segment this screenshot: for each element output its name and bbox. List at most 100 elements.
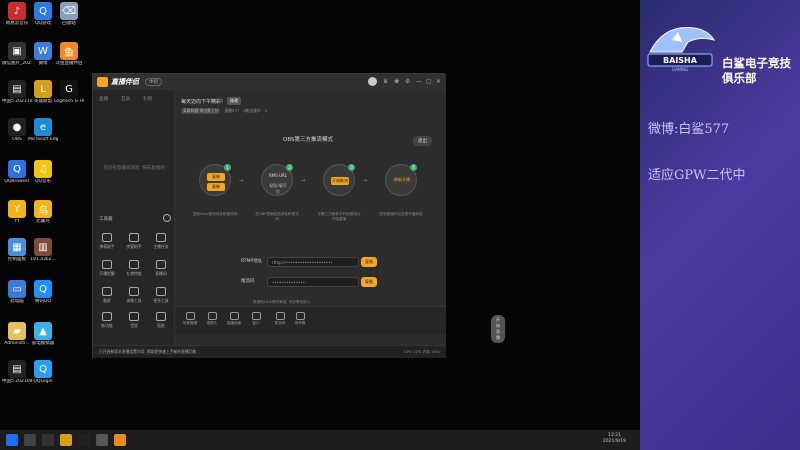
close-icon[interactable]: ✕	[436, 78, 441, 85]
desktop-icon[interactable]: GLogitech G HUB	[54, 80, 84, 104]
taskbar: 13:21 2021/9/19	[0, 430, 640, 450]
title-bar: 直播伴侣 体验 ♛ ♚ ⚙ — ▢ ✕	[93, 74, 446, 90]
toolbox-item[interactable]: 更多工具	[150, 287, 172, 304]
minimize-icon[interactable]: —	[416, 78, 422, 85]
desktop-icon[interactable]: Q 腾讯QQ	[28, 280, 58, 304]
version-badge[interactable]: 体验	[145, 78, 162, 86]
step-label: 开始推流	[331, 177, 349, 185]
toolbox-item[interactable]: 开播提醒	[96, 260, 118, 277]
system-clock[interactable]: 13:21 2021/9/19	[603, 433, 626, 445]
desktop-icon-label: 雷电模拟器	[31, 341, 55, 346]
left-panel: 直播 互动 礼物 还没有直播间消息, 快去直播吧 工具箱 弹幕助手 房管助手 主播任…	[93, 90, 175, 345]
desktop-icon[interactable]: 鱼斗鱼直播伴侣	[54, 42, 84, 66]
taskbar-app-icon[interactable]	[114, 434, 126, 446]
desktop-app-icon: 鸟	[34, 200, 52, 218]
stream-key-field[interactable]: ••••••••••••••	[267, 277, 359, 287]
step-sublabel: 粘贴/填写后	[269, 183, 287, 194]
copy-key-button[interactable]: 复制	[361, 277, 377, 287]
bottom-tool[interactable]: 直播画面	[225, 312, 243, 326]
tool-icon	[129, 312, 139, 321]
toolbox-item[interactable]: 音效	[123, 312, 145, 329]
desktop-app-icon: L	[34, 80, 52, 98]
tool-label: 开播提醒	[99, 271, 115, 276]
step-arrow-icon: →	[239, 178, 244, 184]
app-title: 直播伴侣	[111, 78, 139, 86]
toolbox-item[interactable]: 贴纸	[150, 312, 172, 329]
toolbox-settings-icon[interactable]	[163, 214, 171, 222]
desktop-app-icon: G	[60, 80, 78, 98]
desktop-icon[interactable]: ▲ 雷电模拟器	[28, 322, 58, 346]
room-meta: 英雄联盟·排位赛上分 直播577 0粉丝观众 0	[181, 108, 267, 114]
desktop-icon[interactable]: ⌫ 回收站	[54, 2, 84, 26]
tool-icon	[102, 312, 112, 321]
desktop-icon[interactable]: 鸟比翼鸟	[28, 200, 58, 224]
bottom-tool[interactable]: 场景管理	[181, 312, 199, 326]
tool-icon	[129, 287, 139, 296]
step-number: 3	[348, 164, 355, 171]
toolbox-item[interactable]: 主播任务	[150, 233, 172, 250]
taskbar-app-icon[interactable]	[96, 434, 108, 446]
taskbar-app-icon[interactable]	[78, 434, 90, 446]
edit-room-button[interactable]: 修改	[227, 97, 241, 105]
go-live-button[interactable]: 开始直播	[491, 315, 505, 343]
step-label: 复制	[207, 173, 225, 181]
step-description: 回到直播伴侣查看开播状态	[379, 212, 423, 216]
toolbox-item[interactable]: 礼物特效	[123, 260, 145, 277]
taskbar-app-icon[interactable]	[60, 434, 72, 446]
club-side-panel: BAISHA GAMING 白鲨电子竞技俱乐部 微博:白鲨577 适应GPW二代…	[640, 0, 800, 450]
desktop-icon[interactable]: Q QQLogin	[28, 360, 58, 384]
weibo-handle: 微博:白鲨577	[648, 122, 730, 137]
desktop-icon-label: QQLogin	[33, 379, 53, 384]
bottom-tool-label: 麦克风	[274, 321, 286, 325]
bottom-tool-icon	[251, 312, 261, 320]
bottom-tool-label: 扬声器	[294, 321, 306, 325]
copy-rtmp-button[interactable]: 复制	[361, 257, 377, 267]
tool-label: 房管助手	[126, 244, 142, 249]
toolbox-item[interactable]: 截屏	[96, 287, 118, 304]
desktop-app-icon: ♫	[34, 160, 52, 178]
toolbox-item[interactable]: 房管助手	[123, 233, 145, 250]
tab-live[interactable]: 直播	[99, 96, 108, 102]
desktop-icon[interactable]: e Microsoft Edge	[28, 118, 58, 142]
task-view-icon[interactable]	[42, 434, 54, 446]
tab-interact[interactable]: 互动	[121, 96, 130, 102]
avatar[interactable]	[368, 77, 377, 86]
step-label: 刷新开播	[394, 177, 410, 182]
tab-gift[interactable]: 礼物	[143, 96, 152, 102]
bottom-tool[interactable]: 麦克风	[271, 312, 289, 326]
start-icon[interactable]	[6, 434, 18, 446]
desktop-app-icon: ●	[8, 118, 26, 136]
desktop-icon[interactable]: ▥ 191.a3b2...	[28, 238, 58, 262]
exit-mode-button[interactable]: 退出	[413, 136, 432, 146]
crown-icon[interactable]: ♛	[383, 78, 388, 85]
toolbox-item[interactable]: 新功能	[96, 312, 118, 329]
maximize-icon[interactable]: ▢	[426, 78, 432, 85]
step-arrow-icon: →	[363, 178, 368, 184]
tool-icon	[156, 233, 166, 242]
tool-label: 礼物特效	[126, 271, 142, 276]
bottom-tool[interactable]: 窗口	[247, 312, 265, 326]
desktop-icon-label: QQ音乐	[34, 179, 52, 184]
desktop-icon-label: 回收站	[62, 21, 76, 26]
step-circle: 3 开始推流	[323, 164, 355, 196]
desktop-icon[interactable]: ♫ QQ音乐	[28, 160, 58, 184]
logo-subtext: GAMING	[672, 67, 689, 72]
step-description: 在OBS里面粘贴地址和推流码	[255, 212, 299, 221]
desktop-app-icon: ▭	[8, 280, 26, 298]
bottom-tool[interactable]: 摄像头	[203, 312, 221, 326]
desktop-app-icon: ▥	[34, 238, 52, 256]
search-icon[interactable]	[24, 434, 36, 446]
toolbox-item[interactable]: 录像工具	[123, 287, 145, 304]
tool-icon	[129, 260, 139, 269]
category-tag[interactable]: 英雄联盟·排位赛上分	[181, 108, 221, 114]
vip-icon[interactable]: ♚	[394, 78, 399, 85]
tool-label: 弹幕助手	[99, 244, 115, 249]
bottom-tool[interactable]: 扬声器	[291, 312, 309, 326]
toolbox-item[interactable]: 弹幕助手	[96, 233, 118, 250]
toolbox-item[interactable]: 直播间	[150, 260, 172, 277]
room-stat: 直播577	[224, 108, 240, 113]
desktop-icon-label: 比翼鸟	[36, 219, 50, 224]
desktop-app-icon: Q	[34, 360, 52, 378]
rtmp-field[interactable]: rtmp://••••••••••••••••••••	[267, 257, 359, 267]
settings-icon[interactable]: ⚙	[405, 78, 410, 85]
